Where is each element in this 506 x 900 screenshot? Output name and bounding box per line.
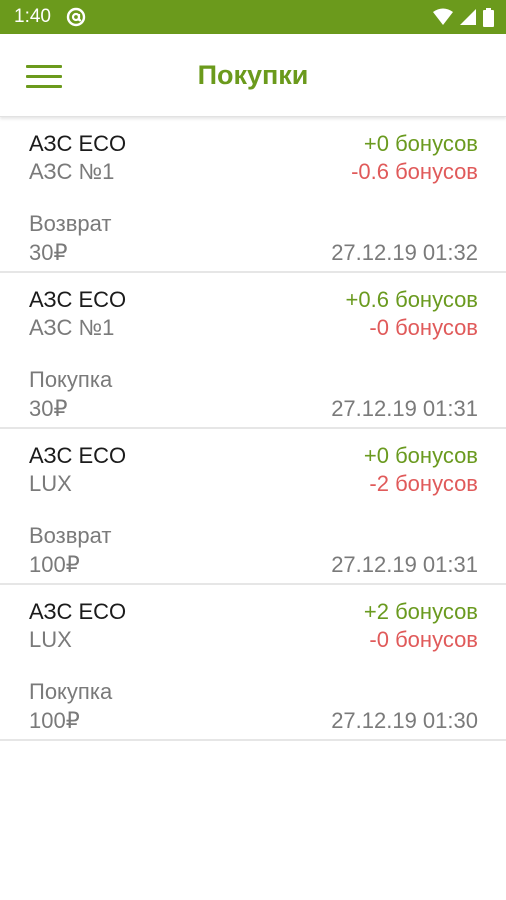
datetime: 27.12.19 01:31 [331, 396, 478, 421]
wifi-icon [433, 8, 453, 25]
station-name: АЗС ECO [29, 599, 127, 624]
purchase-row[interactable]: АЗС ECO АЗС №1 Возврат 30₽ +0 бонусов -0… [0, 117, 506, 273]
location-name: LUX [29, 471, 72, 496]
station-name: АЗС ECO [29, 443, 127, 468]
amount: 100₽ [29, 708, 80, 733]
bonus-minus: -0 бонусов [369, 627, 478, 652]
bonus-plus: +0 бонусов [363, 443, 478, 468]
bonus-minus: -0 бонусов [369, 315, 478, 340]
amount: 30₽ [29, 240, 68, 265]
bonus-plus: +0 бонусов [363, 131, 478, 156]
station-name: АЗС ECO [29, 131, 127, 156]
signal-icon [460, 9, 476, 25]
datetime: 27.12.19 01:30 [331, 708, 478, 733]
battery-icon [483, 7, 494, 27]
location-name: АЗС №1 [29, 315, 115, 340]
app-bar: Покупки [0, 34, 506, 117]
status-bar: 1:40 [0, 0, 506, 34]
amount: 100₽ [29, 552, 80, 577]
purchase-row[interactable]: АЗС ECO LUX Покупка 100₽ +2 бонусов -0 б… [0, 585, 506, 741]
location-name: АЗС №1 [29, 159, 115, 184]
bonus-plus: +2 бонусов [363, 599, 478, 624]
datetime: 27.12.19 01:31 [331, 552, 478, 577]
transaction-type: Покупка [29, 679, 113, 704]
status-icons [433, 7, 494, 27]
amount: 30₽ [29, 396, 68, 421]
bonus-plus: +0.6 бонусов [345, 287, 478, 312]
bonus-minus: -2 бонусов [369, 471, 478, 496]
transaction-type: Возврат [29, 211, 112, 236]
page-title: Покупки [197, 60, 309, 90]
purchase-row[interactable]: АЗС ECO АЗС №1 Покупка 30₽ +0.6 бонусов … [0, 273, 506, 429]
transaction-type: Возврат [29, 523, 112, 548]
purchase-row[interactable]: АЗС ECO LUX Возврат 100₽ +0 бонусов -2 б… [0, 429, 506, 585]
status-time: 1:40 [14, 6, 51, 27]
datetime: 27.12.19 01:32 [331, 240, 478, 265]
bonus-minus: -0.6 бонусов [351, 159, 478, 184]
station-name: АЗС ECO [29, 287, 127, 312]
transaction-type: Покупка [29, 367, 113, 392]
location-name: LUX [29, 627, 72, 652]
at-icon [66, 7, 86, 27]
purchase-list: АЗС ECO АЗС №1 Возврат 30₽ +0 бонусов -0… [0, 117, 506, 741]
